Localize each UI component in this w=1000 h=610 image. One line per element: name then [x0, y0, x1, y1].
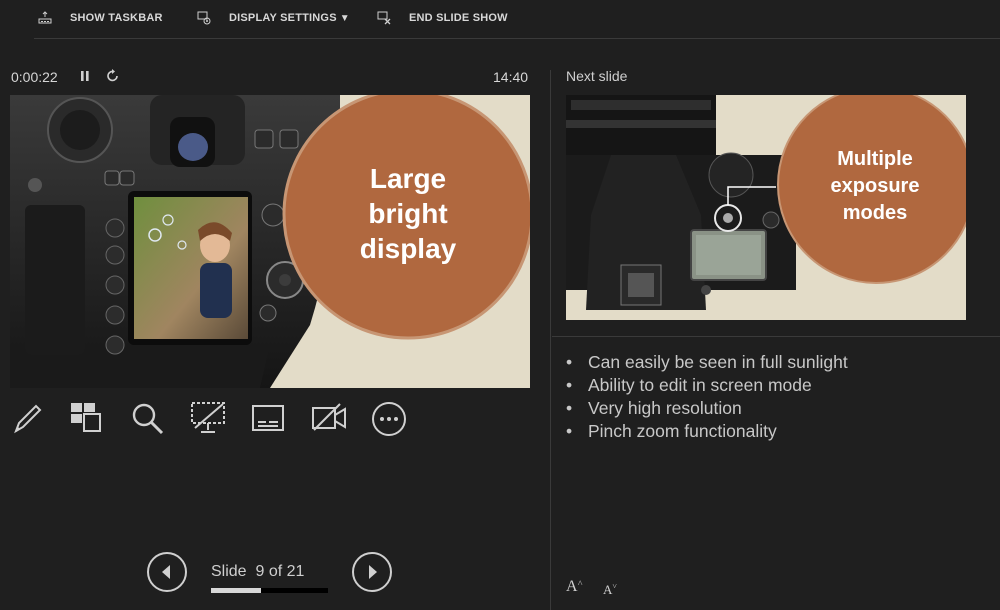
pause-icon[interactable]	[79, 68, 91, 89]
current-slide[interactable]: Large bright display	[10, 95, 530, 388]
clock-time: 14:40	[493, 69, 529, 85]
notes-divider[interactable]	[552, 336, 1000, 337]
display-settings-button[interactable]: DISPLAY SETTINGS ▼	[197, 8, 350, 28]
note-text: Ability to edit in screen mode	[588, 375, 812, 395]
list-item: • Ability to edit in screen mode	[566, 375, 812, 395]
previous-slide-button[interactable]	[147, 552, 187, 592]
subtitles-icon[interactable]	[250, 400, 286, 441]
next-slide-preview[interactable]: Multiple exposure modes	[566, 95, 966, 320]
chevron-down-icon: ▼	[339, 12, 350, 24]
slide-progress-fill	[211, 588, 262, 593]
next-heading-line-1: Multiple	[837, 148, 913, 170]
black-screen-icon[interactable]	[189, 400, 227, 441]
note-text: Very high resolution	[588, 398, 742, 418]
chevron-left-icon	[162, 565, 170, 579]
presenter-toolbar: SHOW TASKBAR DISPLAY SETTINGS ▼ END SLID…	[0, 0, 1000, 38]
restart-icon[interactable]	[106, 68, 120, 89]
note-text: Can easily be seen in full sunlight	[588, 352, 848, 372]
decrease-font-button[interactable]: A˅	[603, 582, 617, 598]
speaker-notes[interactable]: • Can easily be seen in full sunlight • Ab…	[566, 351, 848, 443]
toolbar-divider	[34, 38, 1000, 39]
decrease-font-label: A	[603, 582, 613, 597]
slide-heading: Large bright display	[320, 161, 496, 266]
slide-counter[interactable]: Slide 9 of 21	[211, 563, 304, 581]
next-heading-line-3: modes	[842, 202, 908, 224]
slide-progress-bar	[211, 588, 328, 593]
caret-down-icon: ˅	[612, 582, 617, 591]
end-slide-show-button[interactable]: END SLIDE SHOW	[377, 8, 508, 28]
display-settings-icon	[197, 11, 211, 25]
end-slide-show-label: END SLIDE SHOW	[409, 12, 508, 24]
heading-line-2: bright	[368, 198, 448, 229]
next-heading-line-2: exposure	[830, 175, 920, 197]
caret-up-icon: ˄	[577, 578, 583, 588]
slide-position: 9 of 21	[255, 563, 305, 580]
next-slide-label: Next slide	[566, 68, 628, 84]
pane-divider[interactable]	[550, 70, 551, 610]
slide-word: Slide	[211, 563, 247, 580]
end-show-icon	[377, 11, 391, 25]
list-item: • Can easily be seen in full sunlight	[566, 352, 848, 372]
next-slide-heading: Multiple exposure modes	[810, 146, 940, 227]
note-text: Pinch zoom functionality	[588, 421, 777, 441]
show-taskbar-label: SHOW TASKBAR	[70, 12, 163, 24]
heading-line-1: Large	[369, 163, 447, 194]
show-taskbar-button[interactable]: SHOW TASKBAR	[38, 8, 163, 28]
next-slide-button[interactable]	[352, 552, 392, 592]
camera-icon[interactable]	[310, 400, 348, 441]
increase-font-label: A	[566, 578, 578, 595]
chevron-right-icon	[369, 565, 377, 579]
taskbar-icon	[38, 11, 52, 24]
list-item: • Pinch zoom functionality	[566, 421, 777, 441]
see-all-slides-icon[interactable]	[68, 400, 104, 441]
elapsed-timer: 0:00:22	[11, 69, 58, 85]
increase-font-button[interactable]: A˄	[566, 578, 583, 596]
heading-line-3: display	[359, 233, 457, 264]
display-settings-label: DISPLAY SETTINGS	[229, 12, 337, 24]
more-options-icon[interactable]	[370, 400, 408, 443]
zoom-icon[interactable]	[129, 400, 165, 441]
list-item: • Very high resolution	[566, 398, 742, 418]
pen-icon[interactable]	[10, 400, 46, 441]
